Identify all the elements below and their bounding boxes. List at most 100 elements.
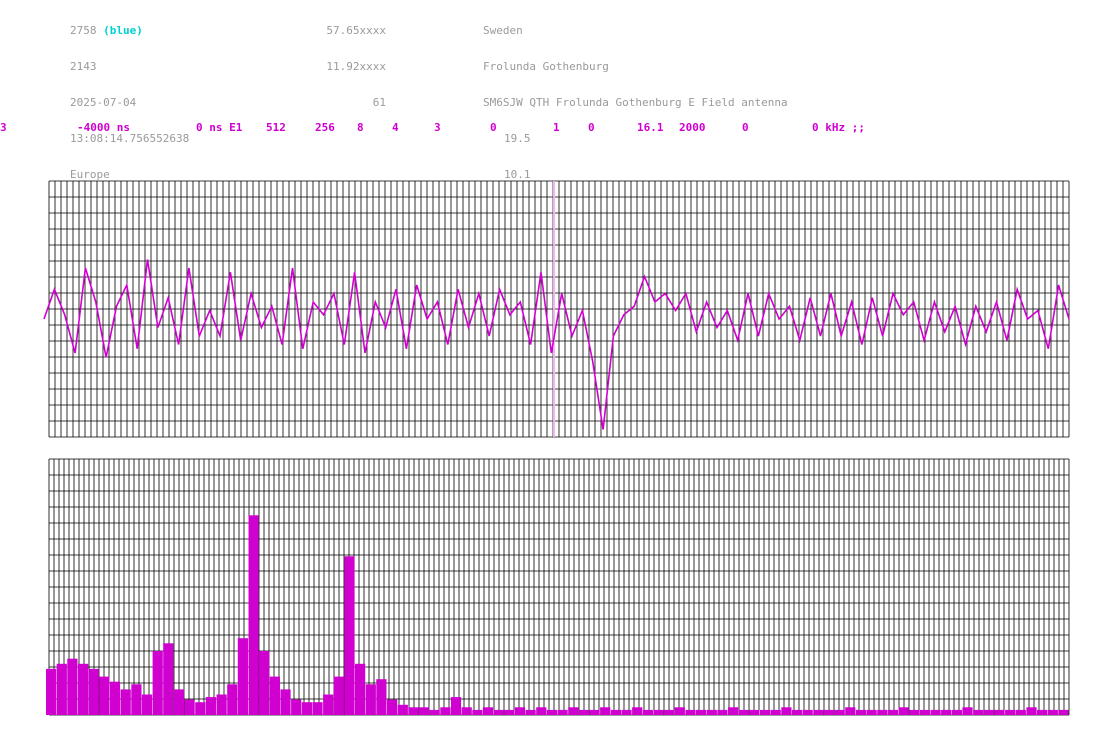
spectrum-bar xyxy=(834,709,845,715)
spectrum-bar xyxy=(1058,709,1069,715)
spectrum-bar xyxy=(387,699,398,715)
spectrum-bar xyxy=(813,709,824,715)
spectrum-bar xyxy=(120,689,131,715)
spectrum-bar xyxy=(419,707,430,715)
spectrum-bar xyxy=(909,709,920,715)
spectrum-bar xyxy=(706,709,717,715)
spectrum-bar xyxy=(951,709,962,715)
spectrum-bar xyxy=(333,676,344,715)
spectrum-bar xyxy=(429,709,440,715)
spectrum-bar xyxy=(674,707,685,715)
spectrum-bar xyxy=(1026,707,1037,715)
spectrum-bar xyxy=(536,707,547,715)
spectrum-bar xyxy=(760,709,771,715)
grid-lines xyxy=(48,458,1070,716)
spectrum-bar xyxy=(56,663,67,715)
spectrum-bar xyxy=(962,707,973,715)
spectrum-bar xyxy=(376,679,387,715)
spectrum-bar xyxy=(738,709,749,715)
spectrum-bar xyxy=(216,694,227,715)
spectrum-bar xyxy=(994,709,1005,715)
spectrum-bar xyxy=(141,694,153,715)
spectrum-bar xyxy=(1005,709,1016,715)
spectrum-grid xyxy=(48,458,1070,716)
spectrum-bar xyxy=(610,709,621,715)
spectrum-bar xyxy=(642,709,653,715)
spectrum-bar xyxy=(88,668,99,715)
spectrum-bar xyxy=(887,709,898,715)
spectrum-bar xyxy=(109,681,121,715)
spectrum-bar xyxy=(205,697,216,715)
spectrum-bar xyxy=(770,709,781,715)
spectrum-bar xyxy=(781,707,792,715)
spectrum-bar xyxy=(1015,709,1026,715)
spectrum-bar xyxy=(1047,709,1058,715)
spectrum-bar xyxy=(749,709,760,715)
spectrum-bar xyxy=(259,651,270,715)
spectrum-bar xyxy=(280,689,291,715)
spectrum-bar xyxy=(653,709,664,715)
spectrum-bar xyxy=(227,684,238,715)
spectrum-bar xyxy=(941,709,952,715)
spectrum-bar xyxy=(67,658,78,715)
spectrum-bar xyxy=(131,684,142,715)
spectrum-bar xyxy=(46,668,57,715)
spectrum-bar xyxy=(397,704,408,715)
spectrum-bar xyxy=(600,707,611,715)
spectrum-bar xyxy=(344,556,355,715)
spectrum-bar xyxy=(173,689,185,715)
spectrum-bar xyxy=(973,709,984,715)
spectrum-bar xyxy=(514,707,526,715)
spectrum-bar xyxy=(237,638,248,715)
spectrum-bar xyxy=(717,709,728,715)
spectrum-bar xyxy=(696,709,707,715)
spectrum-bar xyxy=(877,709,888,715)
spectrum-bar xyxy=(461,707,472,715)
spectrum-bar xyxy=(578,709,589,715)
spectrum-bar xyxy=(99,676,110,715)
spectrum-bar xyxy=(269,676,280,715)
spectrum-bar xyxy=(1037,709,1048,715)
spectrum-bar xyxy=(546,709,557,715)
spectrum-bar xyxy=(919,709,930,715)
spectrum-bar xyxy=(557,709,568,715)
spectrum-bar xyxy=(78,663,89,715)
spectrum-bar xyxy=(440,707,451,715)
spectrum-bar xyxy=(866,709,877,715)
spectrum-bar xyxy=(802,709,813,715)
spectrum-bar xyxy=(248,515,259,715)
spectrum-bar xyxy=(685,709,696,715)
spectrum-bar xyxy=(482,707,494,715)
spectrum-bar xyxy=(301,702,312,715)
spectrum-bar xyxy=(983,709,994,715)
spectrum-bar xyxy=(365,684,376,715)
spectrum-bar xyxy=(845,707,856,715)
spectrum-bar xyxy=(312,702,323,715)
spectrum-bar xyxy=(791,709,803,715)
spectrum-bar xyxy=(898,707,909,715)
spectrum-bar xyxy=(664,709,675,715)
spectrum-bar xyxy=(728,707,739,715)
spectrum-bar xyxy=(568,707,579,715)
waveform-and-spectrum-plot xyxy=(43,180,1070,716)
spectrum-bar xyxy=(408,707,419,715)
spectrum-bar xyxy=(163,643,174,715)
spectrum-bar xyxy=(823,709,835,715)
spectrum-bar xyxy=(472,709,483,715)
spectrum-bar xyxy=(930,709,941,715)
spectrum-bar xyxy=(152,651,163,715)
spectrum-bar xyxy=(855,709,867,715)
spectrum-bar xyxy=(589,709,600,715)
spectrum-bar xyxy=(493,709,504,715)
spectrum-bar xyxy=(450,697,462,715)
spectrum-bar xyxy=(291,699,302,715)
spectrum-bar xyxy=(621,709,632,715)
spectrum-bar xyxy=(184,699,195,715)
waveform-trace xyxy=(43,259,1070,430)
spectrum-bar xyxy=(195,702,206,715)
spectrum-bar xyxy=(525,709,536,715)
spectrum-bar xyxy=(323,694,334,715)
spectrum-bar xyxy=(355,663,366,715)
spectrum-bar xyxy=(504,709,515,715)
spectrum-bar xyxy=(632,707,643,715)
